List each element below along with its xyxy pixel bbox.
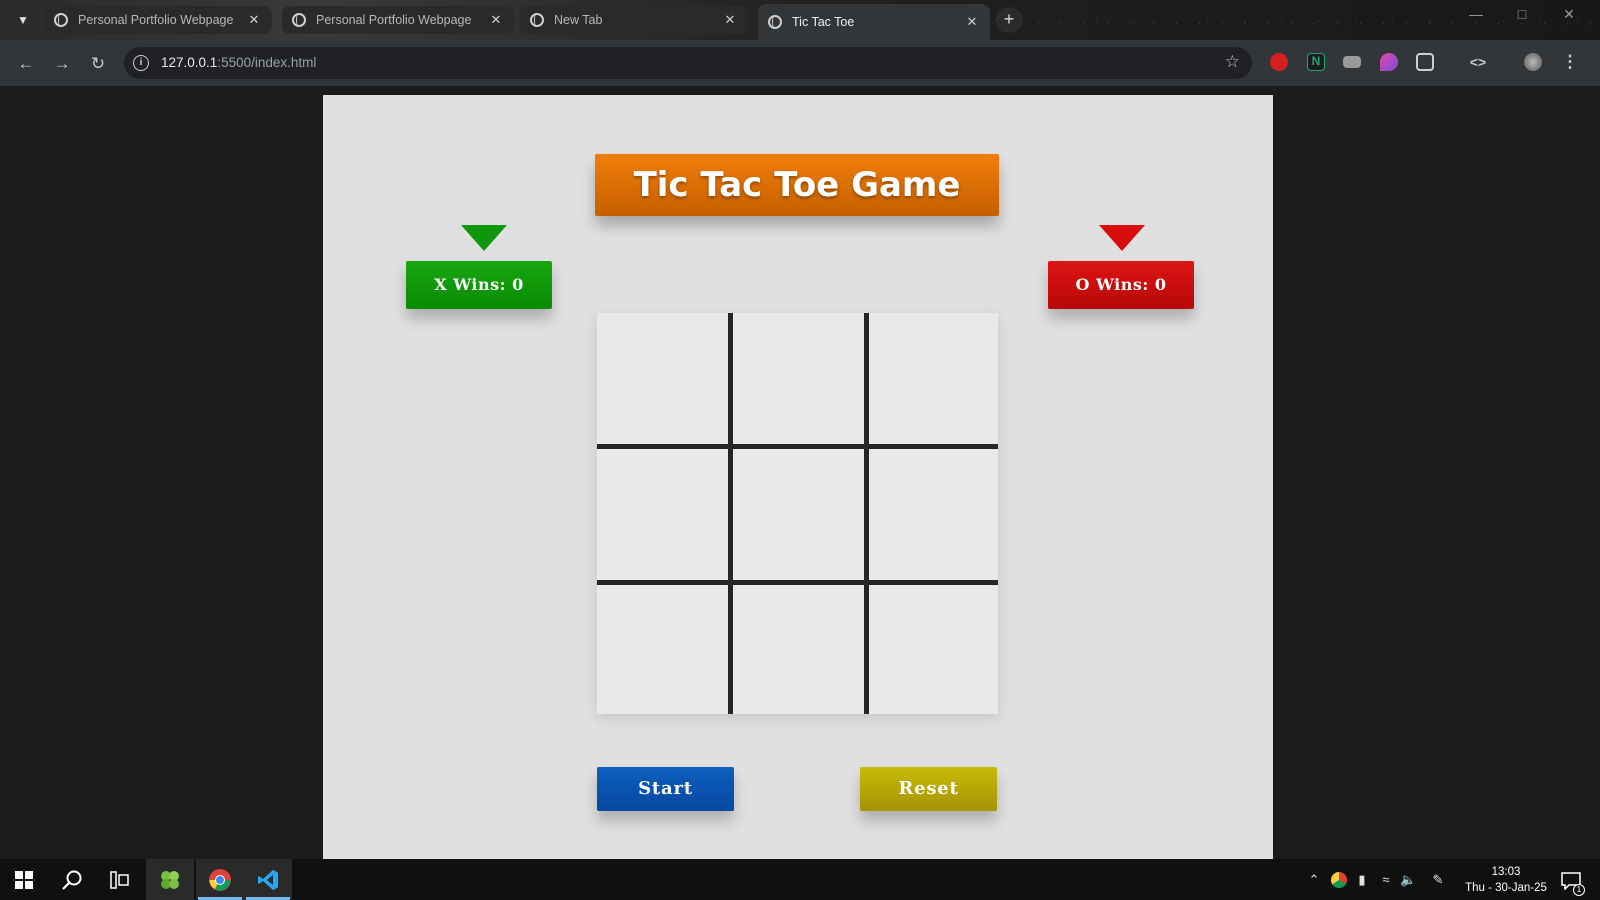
tab-search-button[interactable]: ▼ [8,7,38,33]
minimize-icon: — [1469,6,1483,22]
browser-title-bar: ▼ Personal Portfolio Webpage ✕ Personal … [0,0,1600,40]
clover-icon [161,870,179,889]
x-turn-indicator-icon [461,225,507,251]
globe-icon [54,13,68,27]
maximize-button[interactable]: □ [1508,6,1536,22]
close-icon[interactable]: ✕ [488,12,504,28]
chrome-tray-icon[interactable] [1331,872,1347,888]
clock-time: 13:03 [1491,866,1521,878]
url-host: 127.0.0.1 [161,55,218,70]
window-close-button[interactable]: ✕ [1555,6,1583,23]
tab-tic-tac-toe[interactable]: Tic Tac Toe ✕ [758,4,990,40]
task-view-icon [110,870,129,889]
search-icon [62,870,82,890]
page-viewport: Tic Tac Toe Game X Wins: 0 O Wins: 0 Sta… [4,86,1592,859]
info-icon[interactable]: i [133,55,149,71]
system-clock[interactable]: 13:03 Thu - 30-Jan-25 [1456,864,1556,896]
tab-title: Tic Tac Toe [792,15,855,29]
start-menu-button[interactable] [0,859,48,900]
o-turn-indicator-icon [1099,225,1145,251]
board-cell-9[interactable] [869,585,998,714]
close-icon[interactable]: ✕ [722,12,738,28]
task-view-button[interactable] [96,859,144,900]
menu-kebab-icon[interactable]: ⋮ [1559,51,1581,73]
game-title: Tic Tac Toe Game [595,154,999,216]
volume-icon[interactable]: 🔈 [1400,872,1416,888]
board-cell-2[interactable] [733,313,864,444]
notification-count-badge: 1 [1573,884,1585,896]
devtools-icon[interactable]: <> [1467,51,1489,73]
battery-icon[interactable]: ▮ [1354,872,1370,888]
url-text[interactable]: 127.0.0.1:5500/index.html [161,55,316,70]
pen-icon[interactable]: ✎ [1430,872,1446,888]
extensions-puzzle-icon[interactable] [1416,53,1434,71]
windows-taskbar: ⌃ ▮ ≈ 🔈 ✎ 13:03 Thu - 30-Jan-25 1 [0,859,1600,900]
arrow-left-icon: ← [17,54,35,73]
board-cell-8[interactable] [733,585,864,714]
chrome-icon [530,13,544,27]
close-icon[interactable]: ✕ [964,14,980,30]
board-cell-4[interactable] [597,449,728,580]
new-tab-button[interactable]: + [995,7,1023,33]
board-cell-3[interactable] [869,313,998,444]
board-cell-6[interactable] [869,449,998,580]
reload-button[interactable]: ↻ [87,53,109,75]
vscode-icon [258,869,278,890]
plus-icon: + [1003,9,1015,29]
extension-adblock-icon[interactable] [1270,53,1288,71]
globe-icon [292,13,306,27]
close-icon[interactable]: ✕ [246,12,262,28]
board-cell-1[interactable] [597,313,728,444]
globe-icon [768,15,782,29]
extension-pen-icon[interactable] [1380,53,1398,71]
board-cell-5[interactable] [733,449,864,580]
url-path: :5500/index.html [217,55,317,70]
wifi-icon[interactable]: ≈ [1378,872,1394,888]
close-icon: ✕ [1563,6,1575,22]
taskbar-chrome-app[interactable] [196,859,244,900]
game-container: Tic Tac Toe Game X Wins: 0 O Wins: 0 Sta… [323,95,1273,859]
windows-icon [15,870,33,889]
chrome-icon [209,868,231,891]
board-cell-7[interactable] [597,585,728,714]
minimize-button[interactable]: — [1462,6,1490,22]
back-button[interactable]: ← [15,53,37,75]
maximize-icon: □ [1517,6,1527,22]
search-button[interactable] [48,859,96,900]
tab-portfolio-2[interactable]: Personal Portfolio Webpage ✕ [282,6,514,34]
tab-title: Personal Portfolio Webpage [316,13,472,27]
chevron-down-icon: ▼ [17,13,29,27]
x-wins-badge: X Wins: 0 [406,261,552,309]
extension-card-icon[interactable] [1343,56,1361,68]
tab-title: Personal Portfolio Webpage [78,13,234,27]
clock-date: Thu - 30-Jan-25 [1465,882,1547,894]
start-button[interactable]: Start [597,767,734,811]
o-wins-badge: O Wins: 0 [1048,261,1194,309]
tab-new-tab[interactable]: New Tab ✕ [520,6,748,34]
arrow-right-icon: → [53,54,71,73]
profile-avatar[interactable] [1524,53,1542,71]
tab-portfolio-1[interactable]: Personal Portfolio Webpage ✕ [44,6,272,34]
tab-title: New Tab [554,13,603,27]
taskbar-vscode-app[interactable] [244,859,292,900]
reset-button[interactable]: Reset [860,767,997,811]
taskbar-clover-app[interactable] [146,859,194,900]
forward-button[interactable]: → [51,53,73,75]
address-bar[interactable]: i 127.0.0.1:5500/index.html ☆ [124,47,1252,79]
star-icon[interactable]: ☆ [1225,52,1240,72]
reload-icon: ↻ [90,54,106,73]
chevron-up-icon[interactable]: ⌃ [1306,872,1322,888]
game-board [597,313,998,714]
extension-n-icon[interactable]: N [1307,53,1325,71]
